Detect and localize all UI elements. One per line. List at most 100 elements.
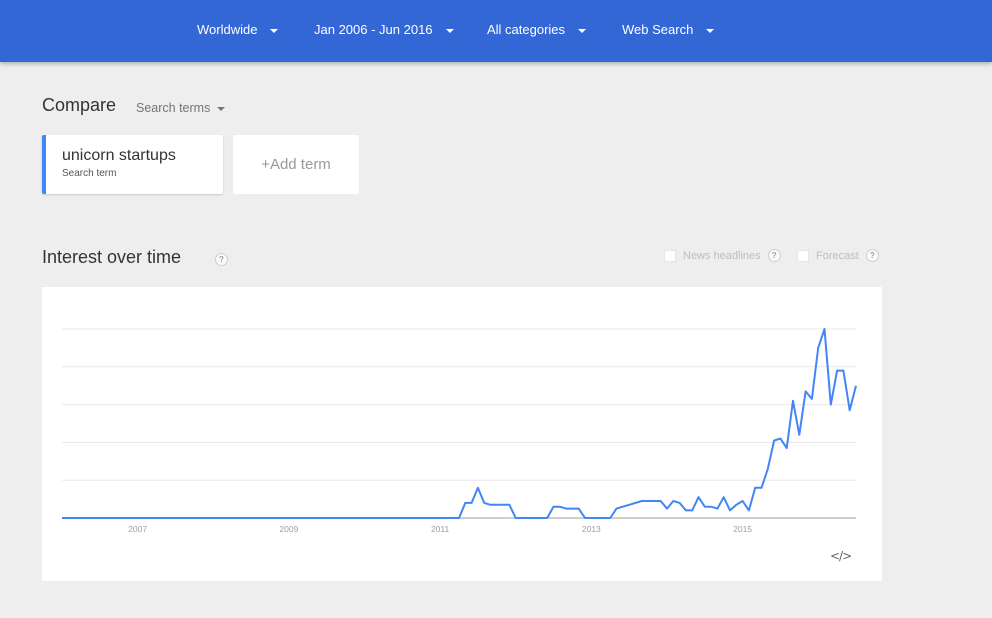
data-point[interactable] <box>639 498 645 504</box>
data-point[interactable] <box>78 515 84 521</box>
data-point[interactable] <box>450 515 456 521</box>
data-point[interactable] <box>481 500 487 506</box>
data-point[interactable] <box>544 515 550 521</box>
data-point[interactable] <box>595 515 601 521</box>
data-point[interactable] <box>651 498 657 504</box>
data-point[interactable] <box>91 515 97 521</box>
data-point[interactable] <box>248 515 254 521</box>
data-point[interactable] <box>166 515 172 521</box>
data-point[interactable] <box>311 515 317 521</box>
data-point[interactable] <box>588 515 594 521</box>
help-icon[interactable]: ? <box>865 249 879 262</box>
data-point[interactable] <box>828 402 834 408</box>
data-point[interactable] <box>500 502 506 508</box>
data-point[interactable] <box>525 515 531 521</box>
data-point[interactable] <box>569 506 575 512</box>
data-point[interactable] <box>506 502 512 508</box>
data-point[interactable] <box>412 515 418 521</box>
data-point[interactable] <box>336 515 342 521</box>
data-point[interactable] <box>551 504 557 510</box>
data-point[interactable] <box>292 515 298 521</box>
data-point[interactable] <box>462 500 468 506</box>
data-point[interactable] <box>418 515 424 521</box>
data-point[interactable] <box>324 515 330 521</box>
category-filter[interactable]: All categories <box>487 22 587 37</box>
data-point[interactable] <box>374 515 380 521</box>
data-point[interactable] <box>632 500 638 506</box>
data-point[interactable] <box>582 515 588 521</box>
data-point[interactable] <box>330 515 336 521</box>
data-point[interactable] <box>393 515 399 521</box>
data-point[interactable] <box>135 515 141 521</box>
data-point[interactable] <box>380 515 386 521</box>
data-point[interactable] <box>708 504 714 510</box>
data-point[interactable] <box>746 507 752 513</box>
embed-code-icon[interactable]: </> <box>830 549 852 563</box>
data-point[interactable] <box>399 515 405 521</box>
data-point[interactable] <box>72 515 78 521</box>
data-point[interactable] <box>683 507 689 513</box>
data-point[interactable] <box>834 368 840 374</box>
data-point[interactable] <box>355 515 361 521</box>
data-point[interactable] <box>645 498 651 504</box>
data-point[interactable] <box>128 515 134 521</box>
search-term-card[interactable]: unicorn startups Search term <box>42 135 223 194</box>
data-point[interactable] <box>286 515 292 521</box>
data-point[interactable] <box>273 515 279 521</box>
data-point[interactable] <box>803 388 809 394</box>
data-point[interactable] <box>677 500 683 506</box>
data-point[interactable] <box>198 515 204 521</box>
series-line-unicorn-startups[interactable] <box>62 328 857 519</box>
add-term-button[interactable]: +Add term <box>233 135 359 194</box>
data-point[interactable] <box>160 515 166 521</box>
data-point[interactable] <box>317 515 323 521</box>
data-point[interactable] <box>235 515 241 521</box>
data-point[interactable] <box>103 515 109 521</box>
data-point[interactable] <box>714 506 720 512</box>
data-point[interactable] <box>727 507 733 513</box>
data-point[interactable] <box>815 345 821 351</box>
data-point[interactable] <box>519 515 525 521</box>
data-point[interactable] <box>191 515 197 521</box>
data-point[interactable] <box>172 515 178 521</box>
data-point[interactable] <box>116 515 122 521</box>
data-point[interactable] <box>185 515 191 521</box>
date-range-filter[interactable]: Jan 2006 - Jun 2016 <box>314 22 454 37</box>
data-point[interactable] <box>65 515 71 521</box>
data-point[interactable] <box>204 515 210 521</box>
data-point[interactable] <box>752 485 758 491</box>
data-point[interactable] <box>387 515 393 521</box>
data-point[interactable] <box>563 506 569 512</box>
data-point[interactable] <box>532 515 538 521</box>
data-point[interactable] <box>658 498 664 504</box>
data-point[interactable] <box>424 515 430 521</box>
data-point[interactable] <box>349 515 355 521</box>
data-point[interactable] <box>790 398 796 404</box>
data-point[interactable] <box>305 515 311 521</box>
data-point[interactable] <box>97 515 103 521</box>
data-point[interactable] <box>242 515 248 521</box>
data-point[interactable] <box>361 515 367 521</box>
news-headlines-checkbox[interactable] <box>664 249 676 262</box>
data-point[interactable] <box>280 515 286 521</box>
data-point[interactable] <box>695 494 701 500</box>
data-point[interactable] <box>223 515 229 521</box>
data-point[interactable] <box>784 445 790 451</box>
data-point[interactable] <box>733 502 739 508</box>
data-point[interactable] <box>59 515 65 521</box>
help-icon[interactable]: ? <box>215 253 228 266</box>
data-point[interactable] <box>614 506 620 512</box>
data-point[interactable] <box>456 515 462 521</box>
data-point[interactable] <box>469 500 475 506</box>
data-point[interactable] <box>557 504 563 510</box>
data-point[interactable] <box>821 326 827 332</box>
search-type-filter[interactable]: Web Search <box>622 22 715 37</box>
data-point[interactable] <box>847 407 853 413</box>
data-point[interactable] <box>343 515 349 521</box>
data-point[interactable] <box>809 396 815 402</box>
data-point[interactable] <box>721 494 727 500</box>
data-point[interactable] <box>538 515 544 521</box>
data-point[interactable] <box>267 515 273 521</box>
data-point[interactable] <box>368 515 374 521</box>
data-point[interactable] <box>298 515 304 521</box>
